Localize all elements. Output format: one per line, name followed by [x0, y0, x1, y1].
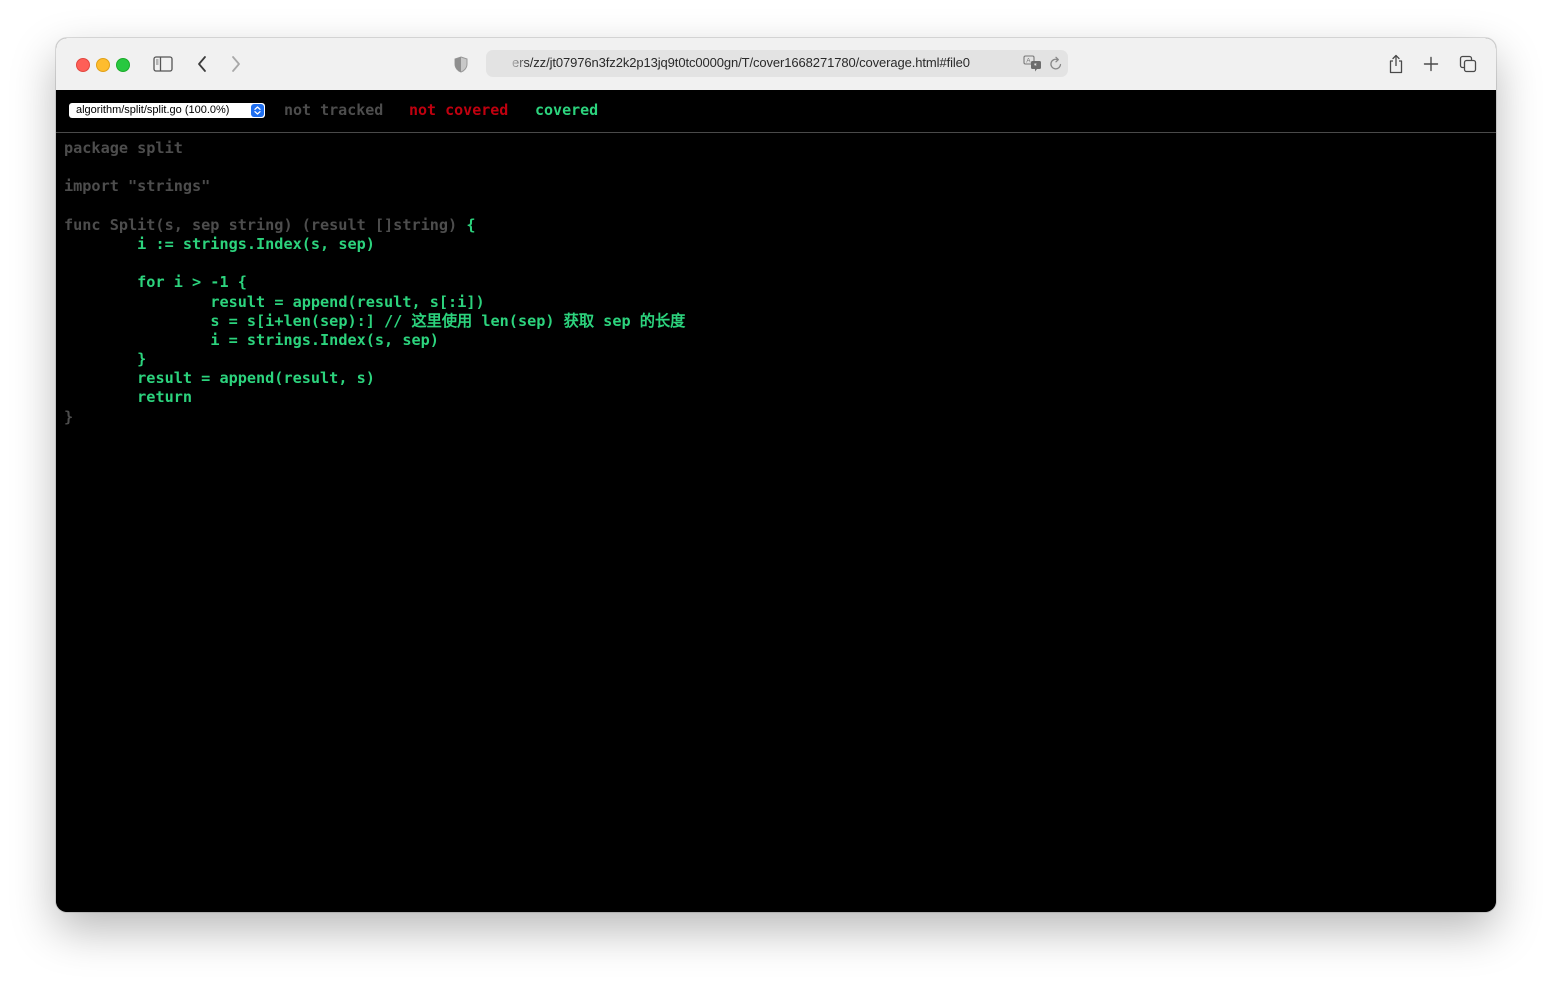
reload-icon[interactable]	[1049, 56, 1063, 71]
legend-not-covered: not covered	[409, 101, 509, 119]
back-button[interactable]	[192, 52, 212, 76]
coverage-topbar: algorithm/split/split.go (100.0%) not tr…	[56, 90, 1496, 133]
file-select-value: algorithm/split/split.go (100.0%)	[76, 104, 230, 116]
svg-text:A: A	[1026, 58, 1031, 65]
code-line: result = append(result, s)	[64, 369, 685, 388]
browser-toolbar: ers/zz/jt07976n3fz2k2p13jq9t0tc0000gn/T/…	[56, 38, 1496, 91]
code-line: }	[64, 350, 685, 369]
code-segment-covered: return	[64, 388, 193, 407]
plus-icon	[1423, 56, 1439, 72]
tabs-icon	[1459, 55, 1477, 73]
new-tab-button[interactable]	[1422, 52, 1440, 76]
code-segment-not-tracked: func Split(s, sep string) (result []stri…	[64, 215, 467, 234]
url-text[interactable]: ers/zz/jt07976n3fz2k2p13jq9t0tc0000gn/T/…	[512, 55, 970, 70]
code-line: i = strings.Index(s, sep)	[64, 331, 685, 350]
minimize-window-button[interactable]	[96, 58, 110, 72]
forward-button[interactable]	[226, 52, 246, 76]
code-segment-not-tracked: import "strings"	[64, 177, 211, 196]
code-segment-covered: i = strings.Index(s, sep)	[64, 330, 439, 349]
code-segment-not-tracked: package split	[64, 139, 183, 157]
shield-icon	[454, 55, 468, 73]
code-line: }	[64, 408, 685, 427]
share-icon	[1389, 54, 1403, 74]
tab-overview-button[interactable]	[1458, 52, 1478, 76]
file-select-dropdown[interactable]: algorithm/split/split.go (100.0%)	[69, 103, 265, 118]
legend-covered: covered	[535, 101, 599, 119]
code-line: func Split(s, sep string) (result []stri…	[64, 216, 685, 235]
sidebar-toggle-button[interactable]	[152, 52, 174, 76]
code-segment-covered: for i > -1 {	[64, 273, 247, 292]
svg-text:*: *	[1034, 63, 1037, 70]
code-line: result = append(result, s[:i])	[64, 293, 685, 312]
privacy-report-button[interactable]	[452, 52, 470, 76]
share-button[interactable]	[1386, 52, 1406, 76]
zoom-window-button[interactable]	[116, 58, 130, 72]
sidebar-icon	[153, 56, 173, 72]
code-segment-covered: result = append(result, s[:i])	[64, 292, 485, 311]
translate-icon[interactable]: A *	[1023, 55, 1043, 72]
close-window-button[interactable]	[76, 58, 90, 72]
code-segment-covered: i := strings.Index(s, sep)	[64, 234, 375, 253]
source-code: package split import "strings" func Split(…	[64, 139, 685, 427]
legend-not-tracked: not tracked	[284, 101, 384, 119]
chevron-left-icon	[198, 56, 206, 72]
code-segment-covered: s = s[i+len(sep):] // 这里使用 len(sep) 获取 s…	[64, 311, 686, 330]
code-segment-covered: result = append(result, s)	[64, 369, 375, 388]
code-segment-covered: {	[466, 215, 476, 234]
code-line: for i > -1 {	[64, 273, 685, 292]
code-line: i := strings.Index(s, sep)	[64, 235, 685, 254]
chevron-right-icon	[232, 56, 240, 72]
coverage-page: algorithm/split/split.go (100.0%) not tr…	[56, 90, 1496, 912]
browser-window: ers/zz/jt07976n3fz2k2p13jq9t0tc0000gn/T/…	[56, 38, 1496, 912]
code-segment-not-tracked: }	[64, 407, 74, 426]
code-segment-covered: }	[64, 350, 147, 369]
address-bar[interactable]: ers/zz/jt07976n3fz2k2p13jq9t0tc0000gn/T/…	[486, 50, 1068, 77]
code-line: return	[64, 388, 685, 407]
chevron-up-down-icon	[251, 104, 264, 117]
code-line: s = s[i+len(sep):] // 这里使用 len(sep) 获取 s…	[64, 312, 685, 331]
code-line: package split	[64, 139, 685, 158]
code-line: import "strings"	[64, 177, 685, 196]
